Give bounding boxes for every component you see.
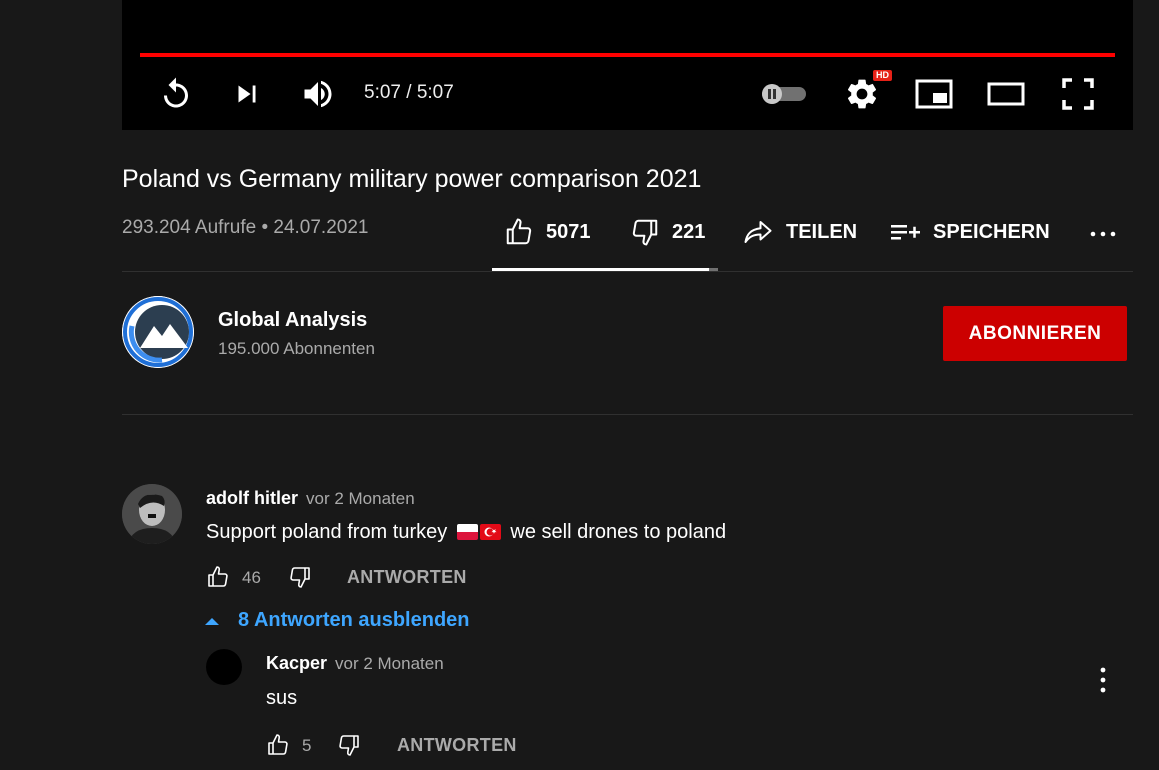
save-button[interactable]: SPEICHERN [889, 217, 1050, 247]
volume-icon[interactable] [300, 74, 336, 114]
divider-top [122, 271, 1133, 272]
video-title: Poland vs Germany military power compari… [122, 165, 702, 193]
reply-button[interactable]: ANTWORTEN [347, 567, 467, 588]
share-button[interactable]: TEILEN [742, 217, 857, 247]
comment-time[interactable]: vor 2 Monaten [306, 489, 415, 509]
caret-up-icon [205, 617, 219, 625]
comment-text: Support poland from turkey we sell drone… [206, 521, 726, 544]
view-count-date: 293.204 Aufrufe • 24.07.2021 [122, 217, 369, 238]
reply-like-button[interactable] [266, 733, 290, 762]
thumbs-up-icon [506, 218, 532, 245]
comment-like-count: 46 [242, 568, 261, 587]
reply-like-count: 5 [302, 736, 312, 755]
video-player[interactable]: 5:07 / 5:07 HD [122, 0, 1133, 130]
comment-text-part: Support poland from turkey [206, 521, 448, 543]
thumbs-down-icon [290, 567, 310, 588]
thumbs-up-icon [268, 734, 288, 755]
watch-page: 5:07 / 5:07 HD Poland vs Germany militar… [0, 0, 1159, 770]
dislike-count: 221 [672, 220, 706, 243]
reply-time[interactable]: vor 2 Monaten [335, 654, 444, 674]
reply-text: sus [266, 687, 298, 709]
theater-icon[interactable] [986, 74, 1026, 114]
settings-icon[interactable]: HD [844, 70, 892, 114]
comment-like-button[interactable] [206, 565, 230, 594]
time-display: 5:07 / 5:07 [364, 82, 454, 103]
more-actions-button[interactable] [1089, 222, 1117, 246]
save-label: SPEICHERN [933, 220, 1050, 243]
comment-author[interactable]: adolf hitler [206, 488, 298, 509]
subscriber-count: 195.000 Abonnenten [218, 339, 375, 358]
reply-reply-button[interactable]: ANTWORTEN [397, 735, 517, 756]
playlist-add-icon [891, 225, 920, 240]
flag-emoji [456, 523, 501, 542]
comment-dislike-button[interactable] [288, 565, 312, 594]
thumbs-down-icon [339, 735, 359, 756]
channel-avatar[interactable] [122, 296, 194, 368]
share-label: TEILEN [786, 220, 858, 243]
reply-author[interactable]: Kacper [266, 653, 327, 674]
reply-menu-button[interactable] [1093, 666, 1113, 699]
like-button[interactable]: 5071 [504, 217, 591, 247]
fullscreen-icon[interactable] [1060, 74, 1096, 114]
dislike-button[interactable]: 221 [630, 217, 705, 247]
poland-flag-icon [456, 523, 478, 540]
subscribe-button[interactable]: ABONNIEREN [943, 306, 1127, 361]
channel-name[interactable]: Global Analysis [218, 309, 367, 332]
like-count: 5071 [546, 220, 591, 243]
reply-avatar[interactable] [206, 649, 242, 685]
autoplay-toggle[interactable] [758, 74, 810, 114]
miniplayer-icon[interactable] [914, 74, 954, 114]
share-icon [744, 221, 772, 243]
comment-avatar[interactable] [122, 484, 182, 544]
divider-comments [122, 414, 1133, 415]
turkey-flag-icon [479, 523, 501, 540]
progress-bar[interactable] [140, 53, 1115, 57]
comment-text-part: we sell drones to poland [510, 521, 727, 543]
hd-badge: HD [873, 70, 892, 81]
next-icon[interactable] [230, 74, 264, 114]
hide-replies-button[interactable]: 8 Antworten ausblenden [204, 609, 470, 632]
hide-replies-label: 8 Antworten ausblenden [238, 609, 470, 631]
thumbs-down-icon [632, 219, 658, 246]
replay-icon[interactable] [158, 74, 194, 114]
thumbs-up-icon [208, 566, 228, 587]
more-vertical-icon [1100, 667, 1106, 693]
more-horizontal-icon [1090, 231, 1116, 237]
progress-fill [140, 53, 1115, 57]
reply-dislike-button[interactable] [337, 733, 361, 762]
